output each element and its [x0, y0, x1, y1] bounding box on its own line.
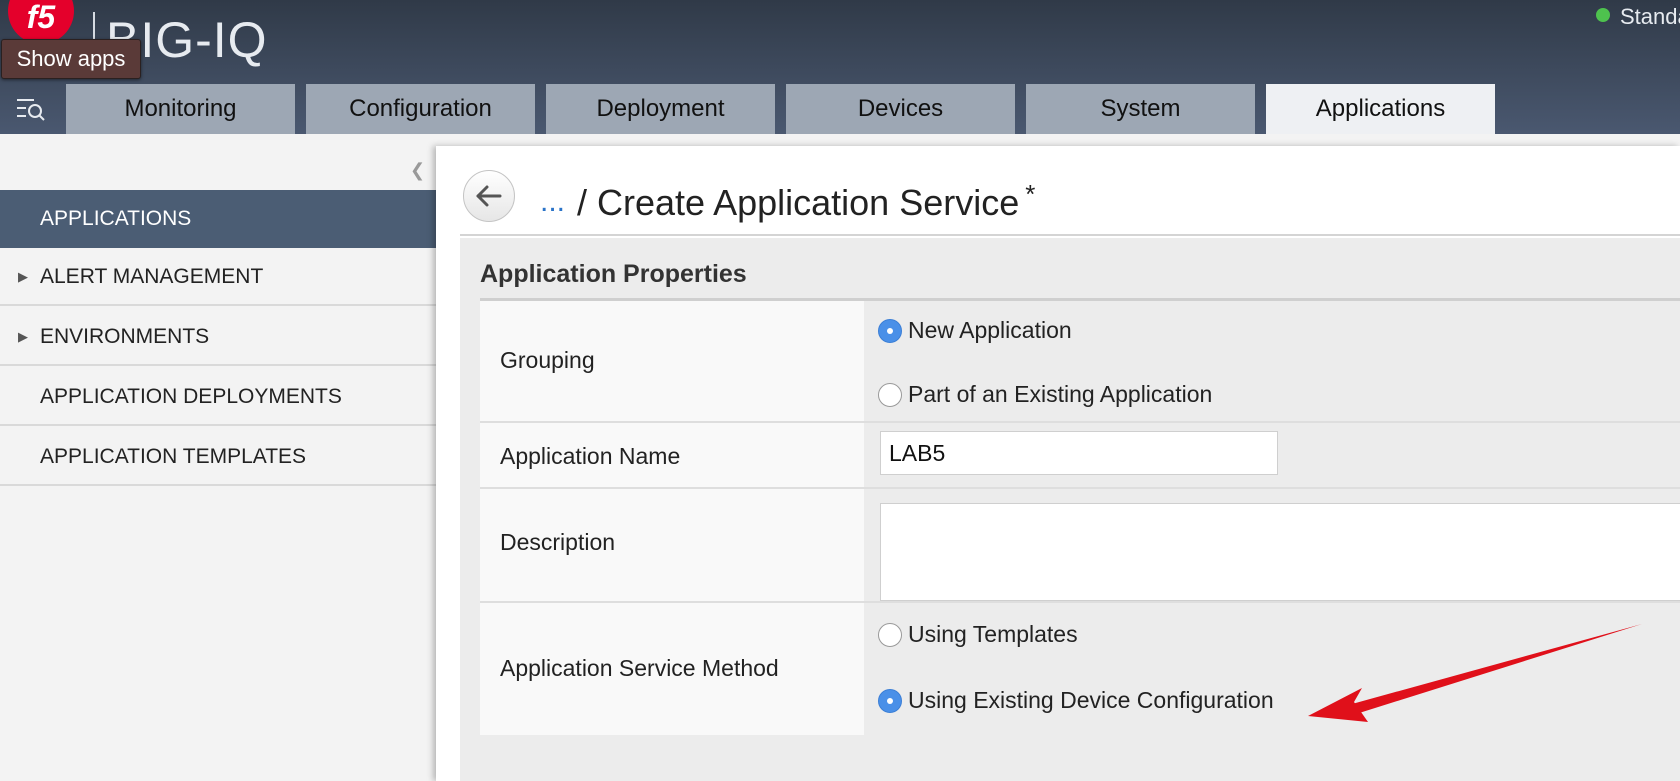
f5-logo: f5	[8, 0, 78, 40]
unsaved-marker: *	[1025, 179, 1036, 209]
radio-using-existing-device-config[interactable]: Using Existing Device Configuration	[878, 687, 1274, 714]
radio-checked-icon	[878, 688, 902, 713]
breadcrumb-link[interactable]: ...	[540, 185, 565, 218]
app-name-label: Application Name	[500, 443, 681, 469]
sidebar-item-environments[interactable]: ▶ ENVIRONMENTS	[0, 308, 436, 366]
sidebar-item-application-deployments[interactable]: APPLICATION DEPLOYMENTS	[0, 368, 436, 426]
app-name-value-cell	[864, 423, 1680, 489]
show-apps-tooltip: Show apps	[1, 39, 141, 79]
sidebar: ❮ APPLICATIONS ▶ ALERT MANAGEMENT ▶ ENVI…	[0, 134, 436, 781]
system-status: Standalone	[1596, 4, 1680, 30]
sidebar-item-label: APPLICATION DEPLOYMENTS	[40, 385, 342, 408]
app-header: f5 BIG-IQ Show apps Standalone Monitorin…	[0, 0, 1680, 134]
expand-arrow-icon: ▶	[18, 269, 28, 284]
description-value-cell	[864, 489, 1680, 603]
radio-new-application[interactable]: New Application	[878, 317, 1072, 344]
breadcrumb: ... / Create Application Service *	[540, 172, 1035, 225]
status-dot-icon	[1596, 8, 1610, 22]
sidebar-item-alert-management[interactable]: ▶ ALERT MANAGEMENT	[0, 248, 436, 306]
sidebar-item-applications[interactable]: APPLICATIONS	[0, 190, 436, 248]
description-label-cell: Description	[480, 489, 864, 603]
back-button[interactable]	[463, 170, 515, 222]
radio-existing-application[interactable]: Part of an Existing Application	[878, 381, 1212, 408]
page-title: / Create Application Service	[577, 182, 1020, 223]
tab-devices[interactable]: Devices	[786, 84, 1015, 134]
chevron-left-icon[interactable]: ❮	[410, 160, 425, 181]
section-title: Application Properties	[480, 260, 747, 288]
radio-unchecked-icon	[878, 382, 902, 407]
expand-arrow-icon: ▶	[18, 329, 28, 344]
title-divider	[460, 234, 1680, 236]
radio-label: Using Templates	[908, 621, 1078, 647]
application-name-input[interactable]	[880, 431, 1278, 475]
app-name-label-cell: Application Name	[480, 423, 864, 489]
menu-search-icon	[17, 99, 45, 121]
sidebar-item-application-templates[interactable]: APPLICATION TEMPLATES	[0, 428, 436, 486]
radio-label: Using Existing Device Configuration	[908, 687, 1274, 713]
sidebar-item-label: APPLICATIONS	[40, 207, 192, 230]
radio-unchecked-icon	[878, 622, 902, 647]
tab-applications[interactable]: Applications	[1266, 84, 1495, 134]
description-textarea[interactable]	[880, 503, 1680, 601]
grouping-value-cell: New Application Part of an Existing Appl…	[864, 301, 1680, 423]
grouping-label: Grouping	[500, 347, 595, 373]
tab-system[interactable]: System	[1026, 84, 1255, 134]
status-text: Standalone	[1620, 4, 1680, 29]
radio-label: Part of an Existing Application	[908, 381, 1213, 407]
radio-checked-icon	[878, 318, 902, 343]
f5-logo-mark: f5	[8, 0, 74, 40]
tab-deployment[interactable]: Deployment	[546, 84, 775, 134]
sidebar-item-label: ENVIRONMENTS	[40, 325, 210, 348]
grouping-label-cell: Grouping	[480, 301, 864, 423]
sidebar-item-label: APPLICATION TEMPLATES	[40, 445, 307, 468]
tab-monitoring[interactable]: Monitoring	[66, 84, 295, 134]
radio-label: New Application	[908, 317, 1072, 343]
back-arrow-icon	[476, 185, 502, 207]
description-label: Description	[500, 529, 616, 555]
annotation-arrow-icon	[1308, 624, 1642, 722]
service-method-label: Application Service Method	[500, 655, 779, 681]
menu-button[interactable]	[0, 84, 62, 134]
sidebar-item-label: ALERT MANAGEMENT	[40, 265, 264, 288]
radio-using-templates[interactable]: Using Templates	[878, 621, 1078, 648]
service-method-label-cell: Application Service Method	[480, 603, 864, 735]
tab-configuration[interactable]: Configuration	[306, 84, 535, 134]
